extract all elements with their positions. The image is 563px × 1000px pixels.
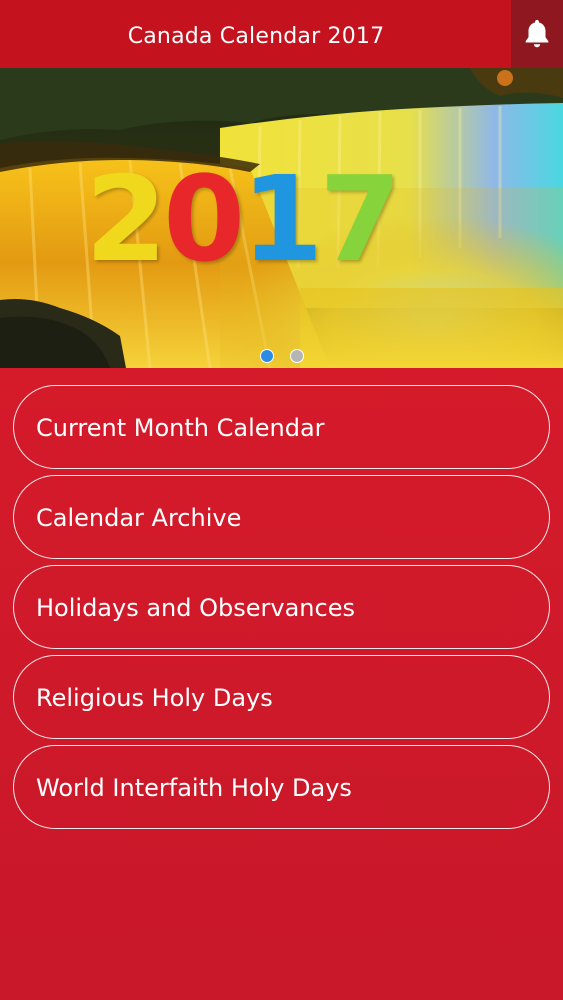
year-digit-2: 2 bbox=[85, 150, 167, 288]
year-digit-1: 1 bbox=[241, 150, 323, 288]
slider-dot-2[interactable] bbox=[289, 349, 304, 363]
page-title: Canada Calendar 2017 bbox=[127, 24, 385, 49]
app-header: Canada Calendar 2017 bbox=[0, 0, 563, 68]
notifications-button[interactable] bbox=[511, 0, 563, 68]
menu-item-current-month-calendar[interactable]: Current Month Calendar bbox=[13, 385, 550, 469]
bell-icon bbox=[525, 19, 549, 48]
slider-dot-1[interactable] bbox=[259, 349, 274, 363]
slider-pagination bbox=[0, 348, 563, 363]
banner-slider[interactable]: 2017 bbox=[0, 68, 563, 368]
menu-item-calendar-archive[interactable]: Calendar Archive bbox=[13, 475, 550, 559]
menu-item-religious-holy-days[interactable]: Religious Holy Days bbox=[13, 655, 550, 739]
menu-item-holidays-and-observances[interactable]: Holidays and Observances bbox=[13, 565, 550, 649]
main-menu: Current Month Calendar Calendar Archive … bbox=[13, 385, 550, 835]
year-graphic: 2017 bbox=[85, 160, 401, 278]
menu-item-world-interfaith-holy-days[interactable]: World Interfaith Holy Days bbox=[13, 745, 550, 829]
year-digit-0: 0 bbox=[163, 150, 245, 288]
year-digit-7: 7 bbox=[319, 150, 401, 288]
